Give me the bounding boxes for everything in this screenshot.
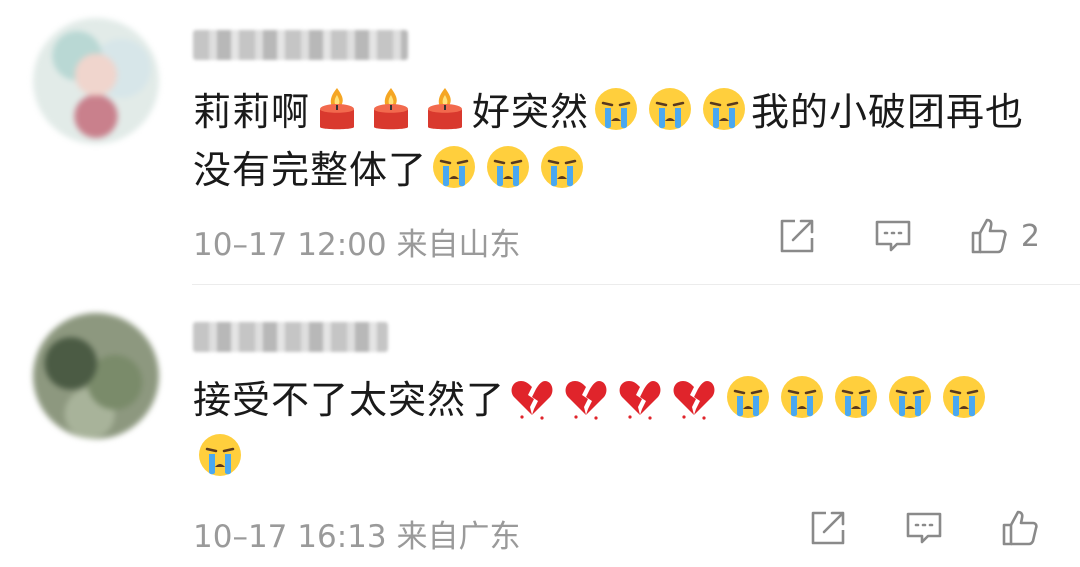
reply-button[interactable] bbox=[904, 508, 944, 548]
comment-text-part: 莉莉啊 bbox=[193, 90, 311, 134]
comment-location: 来自山东 bbox=[396, 227, 521, 263]
comment-time: 10–17 12:00 bbox=[193, 227, 387, 263]
share-icon bbox=[808, 508, 848, 548]
username-blurred[interactable] bbox=[193, 30, 408, 60]
username-blurred[interactable] bbox=[193, 322, 388, 352]
comment-meta: 10–17 16:13 来自广东 bbox=[193, 511, 520, 556]
comment-item: 莉莉啊 好突然 我的小破团再也没有完整体了 10–17 12:00 来自山东 2 bbox=[0, 0, 1080, 284]
share-button[interactable] bbox=[777, 216, 817, 256]
crying-emoji-icon bbox=[196, 431, 244, 479]
crying-emoji-icon bbox=[646, 85, 694, 133]
comment-location: 来自广东 bbox=[396, 519, 521, 555]
comment-text: 接受不了太突然了 bbox=[193, 371, 1040, 487]
avatar[interactable] bbox=[33, 18, 159, 144]
crying-emoji-icon bbox=[700, 85, 748, 133]
reply-button[interactable] bbox=[873, 216, 913, 256]
thumbs-up-icon bbox=[969, 216, 1009, 256]
like-count: 2 bbox=[1020, 218, 1040, 254]
crying-emoji-icon bbox=[778, 373, 826, 421]
candle-emoji-icon bbox=[421, 85, 469, 133]
comment-icon bbox=[904, 508, 944, 548]
crying-emoji-icon bbox=[484, 143, 532, 191]
crying-emoji-icon bbox=[538, 143, 586, 191]
comment-time: 10–17 16:13 bbox=[193, 519, 387, 555]
broken-heart-emoji-icon bbox=[508, 373, 556, 421]
candle-emoji-icon bbox=[367, 85, 415, 133]
comment-item: 接受不了太突然了 10–17 16:13 来自广东 bbox=[0, 285, 1080, 567]
crying-emoji-icon bbox=[430, 143, 478, 191]
like-button[interactable] bbox=[1000, 508, 1040, 548]
avatar[interactable] bbox=[33, 313, 159, 439]
comment-actions: 2 bbox=[721, 216, 1040, 256]
candle-emoji-icon bbox=[313, 85, 361, 133]
crying-emoji-icon bbox=[592, 85, 640, 133]
broken-heart-emoji-icon bbox=[670, 373, 718, 421]
comment-text-part: 接受不了太突然了 bbox=[193, 378, 506, 422]
comment-text: 莉莉啊 好突然 我的小破团再也没有完整体了 bbox=[193, 83, 1040, 199]
like-button[interactable]: 2 bbox=[969, 216, 1040, 256]
crying-emoji-icon bbox=[724, 373, 772, 421]
share-button[interactable] bbox=[808, 508, 848, 548]
crying-emoji-icon bbox=[940, 373, 988, 421]
broken-heart-emoji-icon bbox=[562, 373, 610, 421]
comment-text-part: 好突然 bbox=[472, 90, 590, 134]
broken-heart-emoji-icon bbox=[616, 373, 664, 421]
comment-actions bbox=[752, 508, 1040, 548]
comment-meta: 10–17 12:00 来自山东 bbox=[193, 219, 520, 264]
share-icon bbox=[777, 216, 817, 256]
crying-emoji-icon bbox=[886, 373, 934, 421]
thumbs-up-icon bbox=[1000, 508, 1040, 548]
comment-icon bbox=[873, 216, 913, 256]
crying-emoji-icon bbox=[832, 373, 880, 421]
